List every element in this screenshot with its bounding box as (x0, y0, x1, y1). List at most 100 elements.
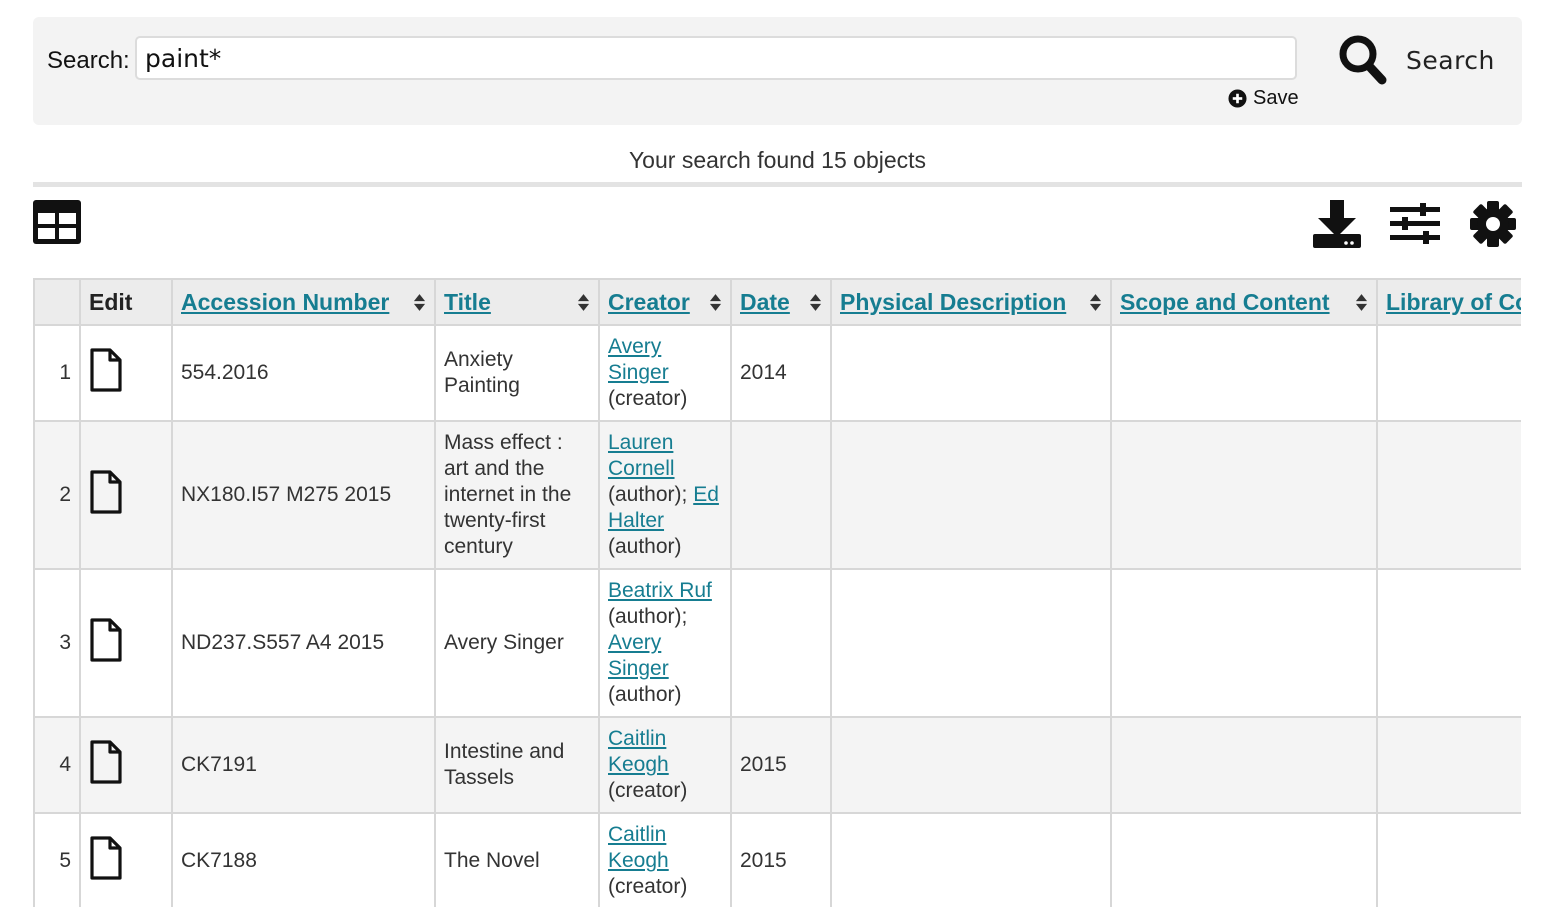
physical-description-cell (830, 420, 1112, 570)
col-header-physical-description-link[interactable]: Physical Description (840, 289, 1066, 316)
search-button[interactable]: Search (1338, 31, 1495, 89)
accession-cell: 554.2016 (171, 324, 436, 422)
document-icon[interactable] (89, 617, 123, 662)
save-search-link[interactable]: Save (1228, 87, 1299, 110)
date-cell (730, 568, 832, 718)
creator-link[interactable]: Lauren Cornell (608, 431, 675, 480)
accession-cell: NX180.I57 M275 2015 (171, 420, 436, 570)
date-cell: 2014 (730, 324, 832, 422)
download-icon[interactable] (1312, 200, 1362, 248)
col-header-creator-link[interactable]: Creator (608, 289, 690, 316)
row-number: 3 (33, 568, 81, 718)
save-label: Save (1253, 87, 1299, 109)
sort-arrows-icon[interactable] (413, 293, 426, 312)
creator-link[interactable]: Beatrix Ruf (608, 579, 712, 602)
title-cell: The Novel (434, 812, 600, 907)
accession-cell: ND237.S557 A4 2015 (171, 568, 436, 718)
col-header-physical-description[interactable]: Physical Description (830, 278, 1112, 326)
scope-content-cell (1110, 324, 1378, 422)
row-number: 5 (33, 812, 81, 907)
edit-cell[interactable] (79, 812, 173, 907)
creator-role: (creator) (608, 387, 688, 410)
col-header-title-link[interactable]: Title (444, 289, 491, 316)
creator-role: (author) (608, 535, 682, 558)
sort-arrows-icon[interactable] (709, 293, 722, 312)
document-icon[interactable] (89, 347, 123, 392)
sort-arrows-icon[interactable] (577, 293, 590, 312)
col-header-row-number (33, 278, 81, 326)
col-header-library-of-congress[interactable]: Library of Co (1376, 278, 1521, 326)
accession-cell: CK7191 (171, 716, 436, 814)
col-header-date-link[interactable]: Date (740, 289, 790, 316)
creator-cell: Lauren Cornell (author); Ed Halter (auth… (598, 420, 732, 570)
creator-link[interactable]: Caitlin Keogh (608, 823, 669, 872)
creator-role: (author) (608, 683, 682, 706)
table-view-icon[interactable] (33, 200, 81, 244)
search-panel: Search: Save Search (33, 17, 1522, 125)
date-cell (730, 420, 832, 570)
creator-link[interactable]: Caitlin Keogh (608, 727, 669, 776)
col-header-title[interactable]: Title (434, 278, 600, 326)
document-icon[interactable] (89, 739, 123, 784)
creator-role: (author); (608, 605, 688, 628)
col-header-library-of-congress-link[interactable]: Library of Co (1386, 289, 1521, 316)
col-header-scope-content[interactable]: Scope and Content (1110, 278, 1378, 326)
sort-arrows-icon[interactable] (1355, 293, 1368, 312)
creator-cell: Avery Singer (creator) (598, 324, 732, 422)
search-input[interactable] (135, 36, 1297, 80)
results-table: Edit Accession Number Title Creator Date… (33, 278, 1521, 907)
creator-link[interactable]: Avery Singer (608, 631, 669, 680)
edit-cell[interactable] (79, 420, 173, 570)
gear-icon[interactable] (1469, 200, 1517, 248)
date-cell: 2015 (730, 812, 832, 907)
scope-content-cell (1110, 568, 1378, 718)
edit-cell[interactable] (79, 716, 173, 814)
title-cell: Mass effect : art and the internet in th… (434, 420, 600, 570)
row-number: 1 (33, 324, 81, 422)
physical-description-cell (830, 324, 1112, 422)
title-cell: Avery Singer (434, 568, 600, 718)
creator-role: (creator) (608, 875, 688, 898)
col-header-accession[interactable]: Accession Number (171, 278, 436, 326)
search-button-label: Search (1406, 45, 1495, 75)
edit-cell[interactable] (79, 568, 173, 718)
plus-circle-icon (1228, 89, 1247, 108)
col-header-date[interactable]: Date (730, 278, 832, 326)
title-cell: Intestine and Tassels (434, 716, 600, 814)
library-of-congress-cell (1376, 324, 1521, 422)
library-of-congress-cell (1376, 568, 1521, 718)
title-cell: Anxiety Painting (434, 324, 600, 422)
table-row: 2 NX180.I57 M275 2015 Mass effect : art … (33, 420, 1521, 570)
col-header-accession-link[interactable]: Accession Number (181, 289, 389, 316)
sort-arrows-icon[interactable] (1089, 293, 1102, 312)
table-row: 3 ND237.S557 A4 2015 Avery Singer Beatri… (33, 568, 1521, 718)
scope-content-cell (1110, 420, 1378, 570)
scope-content-cell (1110, 812, 1378, 907)
row-number: 4 (33, 716, 81, 814)
document-icon[interactable] (89, 469, 123, 514)
creator-role: (creator) (608, 779, 688, 802)
edit-cell[interactable] (79, 324, 173, 422)
physical-description-cell (830, 568, 1112, 718)
library-of-congress-cell (1376, 716, 1521, 814)
table-row: 5 CK7188 The Novel Caitlin Keogh (creato… (33, 812, 1521, 907)
date-cell: 2015 (730, 716, 832, 814)
result-count: Your search found 15 objects (628, 147, 927, 173)
col-header-creator[interactable]: Creator (598, 278, 732, 326)
col-header-edit-label: Edit (89, 288, 133, 315)
document-icon[interactable] (89, 835, 123, 880)
creator-link[interactable]: Avery Singer (608, 335, 669, 384)
creator-role: (author); (608, 483, 688, 506)
col-header-edit: Edit (79, 278, 173, 326)
table-row: 4 CK7191 Intestine and Tassels Caitlin K… (33, 716, 1521, 814)
row-number: 2 (33, 420, 81, 570)
search-label: Search: (47, 47, 130, 74)
col-header-scope-content-link[interactable]: Scope and Content (1120, 289, 1330, 316)
scope-content-cell (1110, 716, 1378, 814)
creator-cell: Caitlin Keogh (creator) (598, 812, 732, 907)
physical-description-cell (830, 812, 1112, 907)
results-table-container[interactable]: Edit Accession Number Title Creator Date… (33, 278, 1521, 907)
sliders-icon[interactable] (1390, 203, 1440, 245)
sort-arrows-icon[interactable] (809, 293, 822, 312)
library-of-congress-cell (1376, 420, 1521, 570)
